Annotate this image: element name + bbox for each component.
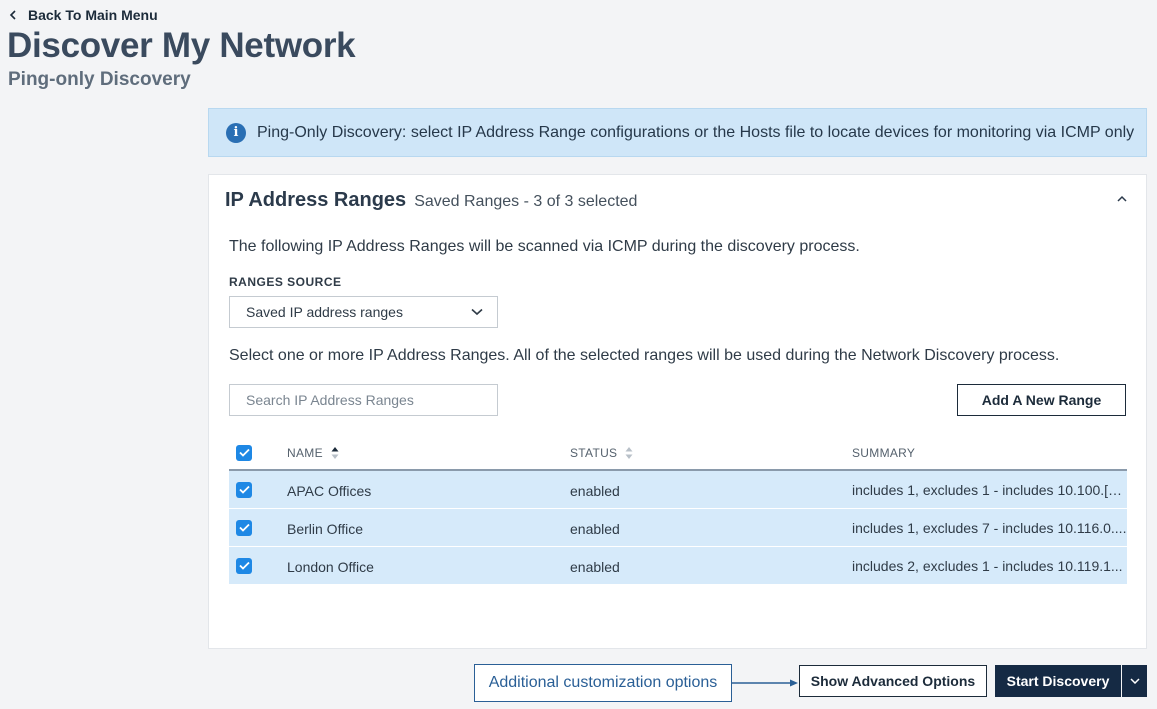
table-row[interactable]: APAC Offices enabled includes 1, exclude…: [229, 471, 1127, 509]
ranges-table: NAME STATUS SUMMARY APAC Offices enabled…: [229, 436, 1127, 585]
checkmark-icon: [238, 448, 250, 457]
selected-count: Saved Ranges - 3 of 3 selected: [414, 193, 638, 210]
checkmark-icon: [238, 485, 250, 494]
row-status: enabled: [570, 520, 620, 537]
panel-title: IP Address Ranges: [225, 189, 407, 211]
sort-asc-icon[interactable]: [331, 446, 339, 460]
row-checkbox[interactable]: [236, 557, 252, 574]
sort-icon[interactable]: [625, 446, 633, 460]
row-name: Berlin Office: [287, 520, 363, 537]
checkmark-icon: [238, 561, 250, 570]
search-ranges-input[interactable]: [229, 384, 498, 416]
help-text: Select one or more IP Address Ranges. Al…: [229, 347, 1060, 364]
start-discovery-dropdown[interactable]: [1122, 665, 1147, 697]
table-row[interactable]: London Office enabled includes 2, exclud…: [229, 547, 1127, 585]
ranges-source-value: Saved IP address ranges: [246, 304, 403, 320]
intro-text: The following IP Address Ranges will be …: [229, 238, 860, 255]
ranges-source-label: RANGES SOURCE: [229, 275, 342, 289]
column-header-summary: SUMMARY: [852, 445, 916, 460]
row-summary: includes 1, excludes 1 - includes 10.100…: [852, 481, 1127, 498]
page-subtitle: Ping-only Discovery: [8, 69, 191, 90]
ranges-source-select[interactable]: Saved IP address ranges: [229, 296, 498, 328]
row-name: London Office: [287, 558, 374, 575]
row-name: APAC Offices: [287, 482, 372, 499]
show-advanced-options-button[interactable]: Show Advanced Options: [799, 665, 987, 697]
chevron-down-icon: [1129, 678, 1140, 684]
customization-annotation: Additional customization options: [474, 664, 732, 702]
column-header-status[interactable]: STATUS: [570, 446, 617, 460]
chevron-down-icon: [471, 308, 483, 316]
start-discovery-button[interactable]: Start Discovery: [995, 665, 1121, 697]
select-all-checkbox[interactable]: [236, 444, 252, 461]
page-title: Discover My Network: [7, 26, 356, 65]
ip-address-ranges-panel: IP Address Ranges Saved Ranges - 3 of 3 …: [208, 174, 1147, 649]
chevron-up-icon[interactable]: [1114, 191, 1130, 207]
back-link-label: Back To Main Menu: [28, 7, 158, 23]
row-checkbox[interactable]: [236, 519, 252, 536]
row-summary: includes 2, excludes 1 - includes 10.119…: [852, 557, 1123, 574]
chevron-left-icon: [9, 10, 16, 20]
info-icon: i: [226, 122, 246, 143]
info-banner-text: Ping-Only Discovery: select IP Address R…: [257, 123, 1135, 141]
row-summary: includes 1, excludes 7 - includes 10.116…: [852, 519, 1127, 536]
panel-header: IP Address Ranges Saved Ranges - 3 of 3 …: [225, 189, 637, 212]
row-checkbox[interactable]: [236, 481, 252, 498]
table-header: NAME STATUS SUMMARY: [229, 436, 1127, 471]
add-new-range-button[interactable]: Add A New Range: [957, 384, 1126, 416]
row-status: enabled: [570, 482, 620, 499]
info-banner: i Ping-Only Discovery: select IP Address…: [208, 108, 1147, 157]
checkmark-icon: [238, 523, 250, 532]
arrow-right-icon: [732, 679, 798, 687]
column-header-name[interactable]: NAME: [287, 446, 323, 460]
back-to-main-menu-link[interactable]: Back To Main Menu: [8, 7, 158, 23]
table-row[interactable]: Berlin Office enabled includes 1, exclud…: [229, 509, 1127, 547]
row-status: enabled: [570, 558, 620, 575]
